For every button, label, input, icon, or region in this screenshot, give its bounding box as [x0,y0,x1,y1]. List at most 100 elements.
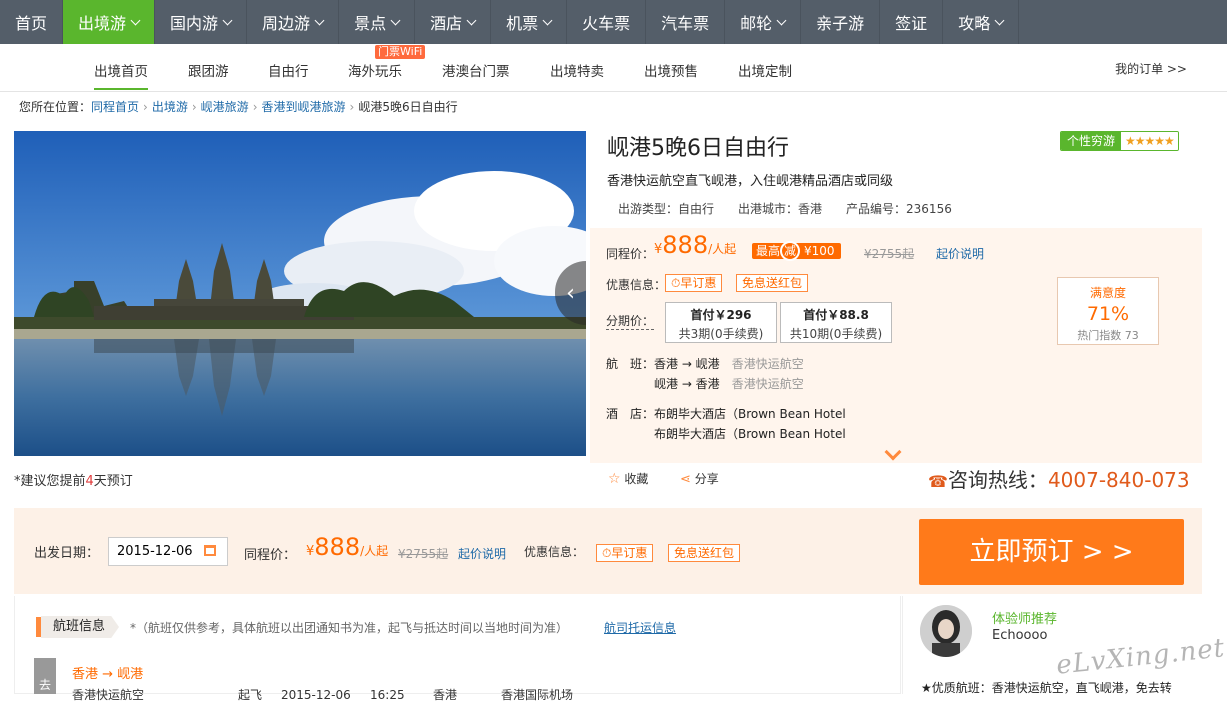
satisfaction-box: 满意度 71% 热门指数 73 [1057,277,1159,345]
bookbar-price-unit: /人起 [360,544,389,558]
topnav-item-8[interactable]: 汽车票 [646,0,726,44]
promo-tag-redpacket[interactable]: 免息送红包 [736,274,809,292]
price-value: ¥888/人起 [654,231,736,259]
topnav-item-4[interactable]: 景点 [339,0,416,44]
chevron-down-icon [130,15,141,25]
breadcrumb-link-home[interactable]: 同程首页 [91,100,139,114]
hotel-name-1: 布朗毕大酒店（Brown Bean Hotel [654,407,846,421]
my-orders-link[interactable]: 我的订单 >> [1115,60,1187,77]
max-discount-amount: ¥100 [796,243,841,259]
topnav-item-3[interactable]: 周边游 [247,0,340,44]
subnav-item-5[interactable]: 出境特卖 [550,60,604,80]
clock-icon: ⏱ [602,546,612,560]
star-rating-icon: ★★★★★ [1121,132,1178,150]
price-label: 同程价： [606,247,655,261]
subnav-item-6[interactable]: 出境预售 [644,60,698,80]
installment-option-3[interactable]: 首付￥296 共3期(0手续费) [665,302,777,343]
chevron-down-icon [776,15,787,25]
subnav-item-2[interactable]: 自由行 [268,60,309,80]
subnav-item-4[interactable]: 港澳台门票 [442,60,510,80]
phone-icon: ☎ [928,472,948,491]
flight-info-panel [14,596,901,694]
booking-advice: *建议您提前4天预订 [14,470,133,489]
breadcrumb-link-hk-danang[interactable]: 香港到岘港旅游 [262,100,346,114]
breadcrumb-current: 岘港5晚6日自由行 [358,100,458,114]
promo-tag-early[interactable]: ⏱早订惠 [665,274,723,292]
flight-row: 香港快运航空 起飞 2015-12-06 16:25 香港 香港国际机场 [72,686,573,703]
outbound-tab[interactable]: 去 [34,658,56,694]
flight-row-takeoff: 起飞 [238,688,263,702]
topnav-item-11[interactable]: 签证 [880,0,944,44]
topnav-item-6[interactable]: 机票 [491,0,568,44]
style-badge: 个性穷游 ★★★★★ [1060,131,1179,151]
recommend-name: Echoooo [992,628,1048,643]
favorite-button[interactable]: ☆ 收藏 [608,470,648,487]
topnav-item-10[interactable]: 亲子游 [801,0,881,44]
subnav-item-1[interactable]: 跟团游 [188,60,229,80]
breadcrumb-separator: › [252,100,258,114]
temple-landscape-image [14,131,586,456]
favorite-label: 收藏 [624,472,649,486]
booking-advice-post: 天预订 [93,474,133,489]
breadcrumb-link-outbound[interactable]: 出境游 [152,100,188,114]
flight-back-carrier: 香港快运航空 [731,377,804,391]
topnav-item-12[interactable]: 攻略 [943,0,1020,44]
star-outline-icon: ☆ [608,471,621,487]
topnav-item-label: 出境游 [78,14,127,33]
subnav-item-7[interactable]: 出境定制 [738,60,792,80]
topnav-item-7[interactable]: 火车票 [567,0,647,44]
chevron-down-icon [222,15,233,25]
clock-icon: ⏱ [671,276,681,290]
topnav-item-1[interactable]: 出境游 [63,0,156,44]
topnav-item-label: 火车票 [582,14,631,33]
topnav-item-0[interactable]: 首页 [0,0,64,44]
booking-advice-days: 4 [85,474,94,489]
popularity-index: 热门指数 73 [1077,329,1139,342]
price-unit: /人起 [708,242,737,256]
topnav-item-5[interactable]: 酒店 [415,0,492,44]
topnav-item-9[interactable]: 邮轮 [725,0,802,44]
share-icon: ⋖ [680,472,691,487]
avatar[interactable] [920,605,972,657]
bookbar-promo-tag-redpacket[interactable]: 免息送红包 [668,544,741,562]
installment-3-title: 首付￥296 [690,308,752,322]
flight-info-title: 航班信息 [41,616,120,638]
topnav-item-label: 酒店 [430,14,463,33]
flight-out-route: 香港 → 岘港 [654,357,720,371]
breadcrumb-link-danang[interactable]: 岘港旅游 [201,100,249,114]
calendar-icon[interactable] [204,545,216,556]
hotel-label: 酒 店： [606,407,655,421]
carrier-baggage-link[interactable]: 航司托运信息 [604,619,676,636]
chevron-down-icon [466,15,477,25]
bookbar-promo-tag-early[interactable]: ⏱早订惠 [596,544,654,562]
book-now-button[interactable]: 立即预订 > > [919,519,1184,585]
bookbar-promo-early-label: 早订惠 [611,546,648,560]
flight-label: 航 班： [606,357,655,371]
topnav-item-label: 国内游 [170,14,219,33]
price-note-link[interactable]: 起价说明 [936,245,984,262]
subnav-item-3[interactable]: 海外玩乐 [348,60,402,80]
discount-icon: 减 [780,241,801,261]
topnav-item-label: 亲子游 [816,14,865,33]
meta-travel-type: 出游类型：自由行 [618,202,715,216]
price-number: 888 [662,231,709,259]
promo-tag-early-label: 早订惠 [680,276,717,290]
top-nav: 首页 出境游 国内游 周边游 景点 酒店 机票 火车票 汽车票 邮轮 亲子游 签证 攻略 [0,0,1227,44]
product-meta: 出游类型：自由行 出港城市：香港 产品编号：236156 [618,200,952,217]
topnav-item-label: 签证 [895,14,928,33]
topnav-item-2[interactable]: 国内游 [155,0,248,44]
flight-row-carrier: 香港快运航空 [72,688,145,702]
bookbar-price-note-link[interactable]: 起价说明 [458,545,506,562]
subnav-item-0[interactable]: 出境首页 [94,60,148,90]
bookbar-price-value: ¥888/人起 [306,533,388,561]
product-title: 岘港5晚6日自由行 [607,136,789,161]
style-badge-label: 个性穷游 [1061,132,1122,150]
flight-info-note: *（航班仅供参考，具体航班以出团通知书为准，起飞与抵达时间以当地时间为准） [130,621,569,635]
share-button[interactable]: ⋖ 分享 [680,470,719,487]
departure-date-label: 出发日期： [34,546,100,561]
topnav-item-label: 汽车票 [661,14,710,33]
installment-option-10[interactable]: 首付￥88.8 共10期(0手续费) [780,302,892,343]
installment-3-detail: 共3期(0手续费) [678,327,764,341]
hotel-name-2: 布朗毕大酒店（Brown Bean Hotel [654,427,846,441]
topnav-item-label: 景点 [354,14,387,33]
